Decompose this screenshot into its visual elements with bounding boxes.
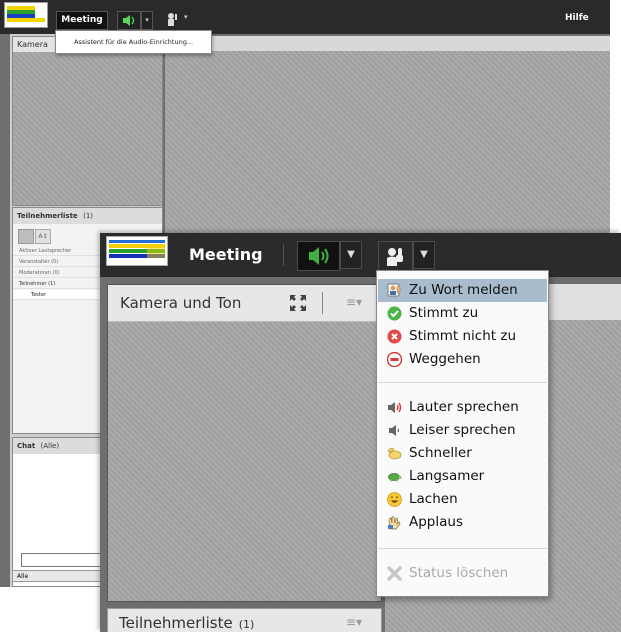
bg-audio-button[interactable] [117,11,141,30]
bg-sort-button[interactable]: A↕ [35,229,51,244]
bg-chat-scope: (Alle) [40,442,60,450]
chevron-down-icon: ▼ [420,249,428,260]
participants-count: (1) [238,618,255,631]
meeting-menu[interactable]: Meeting [189,245,263,264]
bg-participants-title: Teilnehmerliste [17,212,78,220]
menu-item-label: Langsamer [409,468,485,484]
laugh-icon [387,492,402,507]
logo-stripes-icon [109,240,165,258]
bg-speaker-icon [123,15,135,26]
bg-app-logo [4,2,48,28]
menu-item-label: Schneller [409,445,472,461]
menu-item-slower[interactable]: Langsamer [378,465,547,488]
menu-item-disagree[interactable]: Stimmt nicht zu [378,325,547,348]
app-logo [106,236,168,266]
menu-item-label: Leiser sprechen [409,422,516,438]
bg-audio-dropdown[interactable]: ▾ [141,11,153,30]
camera-panel-title: Kamera und Ton [120,294,242,312]
menu-item-label: Weggehen [409,351,481,367]
camera-panel-header: Kamera und Ton ≡▾ [108,285,381,322]
bg-status-button[interactable] [164,11,182,28]
status-dropdown-button[interactable]: ▼ [413,241,435,269]
rabbit-icon [387,447,402,460]
bg-view-toggle-button[interactable] [18,229,34,244]
raise-hand-icon [387,283,401,297]
menu-item-speak-softer[interactable]: Leiser sprechen [378,419,547,442]
bg-camera-panel: Kamera [12,36,163,206]
menu-item-agree[interactable]: Stimmt zu [378,302,547,325]
menu-separator [378,548,547,549]
participants-panel-header: Teilnehmerliste (1) ≡▾ [107,608,382,632]
menubar-divider [283,244,284,266]
bg-raise-hand-icon [168,13,177,26]
menu-item-label: Zu Wort melden [409,282,518,298]
bg-participants-header: Teilnehmerliste (1) [13,208,162,224]
menu-item-label: Lachen [409,491,458,507]
bg-stage-header [165,36,610,51]
menu-item-laugh[interactable]: Lachen [378,488,547,511]
menu-item-faster[interactable]: Schneller [378,442,547,465]
clear-status-icon [387,566,402,581]
bg-chat-tab[interactable]: Alle [12,570,102,582]
camera-audio-panel: Kamera und Ton ≡▾ [107,284,382,602]
menu-item-speak-louder[interactable]: Lauter sprechen [378,396,547,419]
speaker-quiet-icon [389,425,400,436]
turtle-icon [388,473,402,482]
menu-item-label: Stimmt zu [409,305,479,321]
applause-icon [388,516,401,530]
bg-meeting-menu[interactable]: Meeting [56,11,108,30]
audio-setup-wizard-tooltip[interactable]: Assistent für die Audio-Einrichtung... [55,30,212,54]
bg-participants-count: (1) [83,212,94,220]
menu-item-raise-hand[interactable]: Zu Wort melden [378,279,547,302]
green-check-icon [387,306,402,321]
participants-title: Teilnehmerliste (1) [119,614,254,632]
audio-dropdown-button[interactable]: ▼ [340,241,362,269]
fullscreen-icon[interactable] [289,294,307,312]
bg-chat-title: Chat [17,442,36,450]
participants-title-text: Teilnehmerliste [119,614,233,632]
bg-help-menu[interactable]: Hilfe [565,13,589,23]
bg-menubar: Meeting ▾ ▾ Hilfe [0,0,610,34]
menu-item-away[interactable]: Weggehen [378,348,547,371]
menu-item-applause[interactable]: Applaus [378,511,547,534]
red-x-icon [387,329,402,344]
status-menu: Zu Wort melden Stimmt zu Stimmt nicht zu… [376,270,549,597]
menu-item-label: Applaus [409,514,463,530]
menu-item-label: Status löschen [409,565,509,581]
raise-hand-icon [387,248,403,266]
speaker-loud-icon [388,402,402,413]
status-button[interactable] [378,241,413,271]
menu-item-label: Stimmt nicht zu [409,328,517,344]
away-icon [387,352,402,367]
menu-item-clear-status[interactable]: Status löschen [378,562,547,585]
chevron-down-icon: ▼ [347,249,355,260]
speaker-on-icon [309,247,329,265]
participants-options-icon[interactable]: ≡▾ [346,615,362,629]
bg-stage-area [165,36,610,242]
menu-item-label: Lauter sprechen [409,399,519,415]
panel-divider [322,292,323,314]
menu-separator [378,382,547,383]
panel-options-icon[interactable]: ≡▾ [346,295,362,309]
audio-button[interactable] [297,241,340,271]
bg-status-dropdown[interactable]: ▾ [184,13,188,21]
